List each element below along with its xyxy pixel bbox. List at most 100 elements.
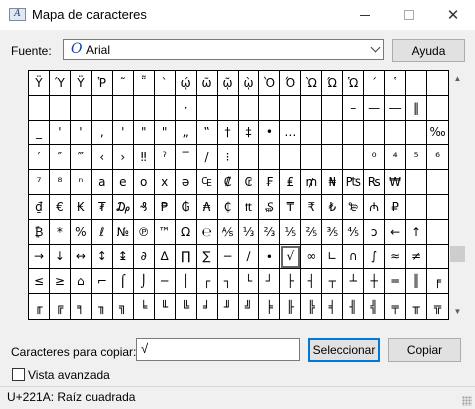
char-cell[interactable] xyxy=(385,120,407,146)
char-cell[interactable]: ῀ xyxy=(112,71,134,96)
char-cell[interactable]: ῷ xyxy=(217,71,239,96)
char-cell[interactable]: ῶ xyxy=(196,71,218,96)
char-cell[interactable]: ∞ xyxy=(301,244,323,270)
char-cell[interactable]: ┘ xyxy=(259,269,281,295)
char-cell[interactable]: ∟ xyxy=(322,244,344,270)
char-cell[interactable]: ∆ xyxy=(154,244,176,270)
char-cell[interactable]: ℮ xyxy=(196,219,218,245)
help-button[interactable]: Ayuda xyxy=(392,39,465,62)
char-cell[interactable]: ₢ xyxy=(238,170,260,195)
char-cell[interactable]: ₼ xyxy=(364,194,386,220)
char-cell[interactable]: ⅗ xyxy=(322,219,344,245)
scroll-down-icon[interactable]: ▼ xyxy=(449,303,466,320)
char-cell[interactable]: ― xyxy=(385,95,407,121)
char-cell[interactable]: ₿ xyxy=(29,219,50,245)
char-cell[interactable]: ‰ xyxy=(427,121,448,146)
char-cell[interactable]: ⁴ xyxy=(385,145,407,171)
char-cell[interactable]: ₧ xyxy=(343,170,365,195)
char-cell[interactable]: ₮ xyxy=(91,194,113,220)
char-cell[interactable]: ╒ xyxy=(427,269,448,295)
char-cell[interactable] xyxy=(322,95,344,121)
char-cell[interactable]: │ xyxy=(175,269,197,295)
char-cell[interactable]: ″ xyxy=(49,145,71,171)
char-cell[interactable]: ₰ xyxy=(133,194,155,220)
char-cell[interactable]: ╖ xyxy=(92,294,113,319)
char-cell[interactable]: ⅖ xyxy=(301,219,323,245)
char-cell[interactable]: ₷ xyxy=(259,194,281,220)
char-cell[interactable]: ╥ xyxy=(406,294,428,319)
char-cell[interactable]: ₤ xyxy=(280,170,302,195)
char-cell[interactable]: ‡ xyxy=(238,120,260,146)
char-cell[interactable]: ₻ xyxy=(343,194,365,220)
char-cell[interactable]: ↄ xyxy=(364,219,386,245)
char-cell[interactable]: ₭ xyxy=(70,194,92,220)
char-cell[interactable]: – xyxy=(343,95,365,121)
char-cell[interactable]: ╠ xyxy=(301,294,323,319)
char-cell[interactable]: ῲ xyxy=(238,71,260,96)
copy-button[interactable]: Copiar xyxy=(388,338,461,362)
char-cell[interactable]: ╦ xyxy=(427,294,448,319)
char-cell[interactable]: Ὼ xyxy=(301,71,323,96)
char-cell[interactable] xyxy=(217,95,239,121)
char-cell[interactable]: ῁ xyxy=(133,71,155,96)
char-cell[interactable] xyxy=(343,120,365,146)
char-cell[interactable]: ⌠ xyxy=(112,269,134,295)
minimize-button[interactable] xyxy=(343,0,387,30)
char-cell[interactable]: ℓ xyxy=(91,219,113,245)
char-cell[interactable]: ╛ xyxy=(197,294,218,319)
char-cell[interactable]: ╚ xyxy=(176,294,197,319)
char-cell[interactable] xyxy=(280,95,302,121)
char-cell[interactable]: o xyxy=(133,170,155,195)
char-cell[interactable]: ← xyxy=(385,219,407,245)
char-cell[interactable]: ‼ xyxy=(133,145,155,171)
char-cell[interactable]: ₥ xyxy=(301,170,323,195)
char-cell[interactable]: ┴ xyxy=(343,269,365,295)
char-cell[interactable]: ≥ xyxy=(49,269,71,295)
char-cell[interactable] xyxy=(427,96,448,121)
char-cell[interactable]: ∏ xyxy=(175,244,197,270)
char-cell[interactable]: ⌐ xyxy=(91,269,113,295)
char-cell[interactable]: ₲ xyxy=(175,194,197,220)
char-cell[interactable] xyxy=(133,95,155,121)
char-cell[interactable]: , xyxy=(91,120,113,146)
char-cell[interactable] xyxy=(406,71,428,96)
char-cell[interactable]: ⌂ xyxy=(70,269,92,295)
char-cell[interactable]: ╜ xyxy=(218,294,239,319)
char-cell[interactable] xyxy=(322,145,344,171)
char-cell[interactable]: ₠ xyxy=(196,170,218,195)
char-cell[interactable]: ≤ xyxy=(29,269,50,295)
char-cell[interactable]: ‹ xyxy=(91,145,113,171)
char-cell[interactable]: ⅍ xyxy=(217,219,239,245)
char-cell[interactable]: ╙ xyxy=(155,294,176,319)
char-cell[interactable]: ⁷ xyxy=(29,170,50,195)
char-cell[interactable]: ῾ xyxy=(385,71,407,96)
char-cell[interactable]: † xyxy=(217,120,239,146)
char-cell[interactable]: ╝ xyxy=(239,294,260,319)
char-cell[interactable] xyxy=(343,145,365,171)
char-cell[interactable]: ┐ xyxy=(217,269,239,295)
char-cell[interactable]: ║ xyxy=(406,269,428,295)
char-cell[interactable] xyxy=(259,95,281,121)
char-cell[interactable]: ⌡ xyxy=(133,269,155,295)
char-cell[interactable]: ↕ xyxy=(91,244,113,270)
char-cell[interactable]: ₳ xyxy=(196,194,218,220)
char-cell[interactable]: ə xyxy=(175,170,197,195)
char-cell[interactable]: ╔ xyxy=(50,294,71,319)
char-cell[interactable]: • xyxy=(259,120,281,146)
char-cell[interactable]: / xyxy=(196,145,218,171)
char-cell[interactable]: Ῥ xyxy=(91,71,113,96)
char-cell[interactable]: ∑ xyxy=(196,244,218,270)
font-dropdown[interactable]: O Arial xyxy=(63,39,384,60)
char-cell[interactable] xyxy=(112,95,134,121)
char-cell[interactable]: e xyxy=(112,170,134,195)
char-cell[interactable]: ∫ xyxy=(364,244,386,270)
char-cell[interactable]: ╤ xyxy=(385,294,407,319)
char-cell[interactable]: … xyxy=(280,120,302,146)
char-cell[interactable]: ´ xyxy=(364,71,386,96)
char-cell[interactable]: ₶ xyxy=(238,194,260,220)
char-cell[interactable]: ∩ xyxy=(343,244,365,270)
close-button[interactable]: ✕ xyxy=(431,0,475,30)
char-cell[interactable]: › xyxy=(112,145,134,171)
char-cell[interactable]: ˀ xyxy=(154,145,176,171)
char-cell[interactable] xyxy=(280,145,302,171)
